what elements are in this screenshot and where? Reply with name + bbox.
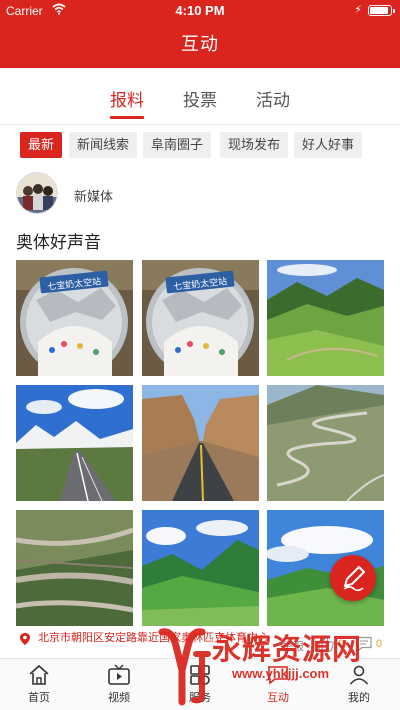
battery-icon [368, 5, 395, 16]
like-count: 0 [338, 638, 345, 650]
nav-service[interactable]: 服务 [172, 663, 228, 709]
category-chip-live-post[interactable]: 现场发布 [220, 132, 289, 158]
post-image[interactable]: 七宝奶太空站 [16, 260, 133, 376]
comment-count: 0 [376, 638, 383, 650]
interact-icon [268, 666, 288, 685]
home-icon [29, 664, 49, 685]
nav-service-label: 服务 [189, 692, 211, 704]
category-chip-funan-circle[interactable]: 阜南圈子 [143, 132, 212, 158]
nav-video[interactable]: 视频 [91, 663, 147, 709]
category-filter: 最新 新闻线索 阜南圈子 现场发布 好人好事 [20, 132, 400, 158]
post-image[interactable]: 七宝奶太空站 [142, 260, 259, 376]
status-time: 4:10 PM [175, 3, 225, 18]
category-chip-latest[interactable]: 最新 [20, 132, 63, 158]
post-image[interactable] [267, 260, 384, 376]
bottom-tab-bar: 首页 视频 服务 互动 我的 [0, 658, 400, 710]
nav-home[interactable]: 首页 [11, 663, 67, 709]
post-image[interactable] [16, 385, 133, 501]
post-image[interactable] [267, 385, 384, 501]
like-button[interactable]: 0 [318, 636, 344, 652]
location-text: 北京市朝阳区安定路靠近国家奥林匹克体育中心 [38, 632, 269, 644]
status-bar: Carrier 4:10 PM ⚡ [0, 0, 400, 22]
interaction-tabs: 报料 投票 活动 [0, 68, 400, 124]
battery-level [370, 7, 388, 14]
post-title: 奥体好声音 [16, 233, 101, 252]
tv-icon [108, 664, 130, 685]
active-tab-indicator [110, 116, 144, 119]
nav-profile-label: 我的 [348, 692, 370, 704]
post-image[interactable] [142, 385, 259, 501]
nav-interact[interactable]: 互动 [250, 663, 306, 709]
app-header: Carrier 4:10 PM ⚡ 互动 [0, 0, 400, 68]
post-image[interactable] [16, 510, 133, 626]
nav-profile[interactable]: 我的 [331, 663, 387, 709]
nav-video-label: 视频 [108, 692, 130, 704]
page-title: 互动 [181, 34, 219, 54]
tab-vote[interactable]: 投票 [183, 86, 217, 111]
user-icon [349, 665, 369, 685]
tabs-divider [0, 124, 400, 125]
report-link[interactable]: 举报 [282, 638, 304, 654]
comment-icon [356, 636, 372, 652]
thumbs-up-icon [318, 636, 334, 652]
compose-button[interactable] [330, 555, 376, 601]
author-name[interactable]: 新媒体 [74, 186, 113, 205]
comment-button[interactable]: 0 [356, 636, 382, 652]
pencil-icon [343, 566, 365, 592]
nav-home-label: 首页 [28, 692, 50, 704]
charging-icon: ⚡ [354, 4, 362, 16]
location-pin-icon [20, 633, 30, 645]
category-chip-news-tips[interactable]: 新闻线索 [69, 132, 138, 158]
service-icon [190, 665, 210, 685]
tab-report[interactable]: 报料 [110, 86, 144, 111]
tab-activity[interactable]: 活动 [256, 86, 290, 111]
nav-interact-label: 互动 [267, 692, 289, 704]
category-chip-good-deeds[interactable]: 好人好事 [294, 132, 363, 158]
avatar[interactable] [16, 172, 58, 214]
post-image[interactable] [142, 510, 259, 626]
